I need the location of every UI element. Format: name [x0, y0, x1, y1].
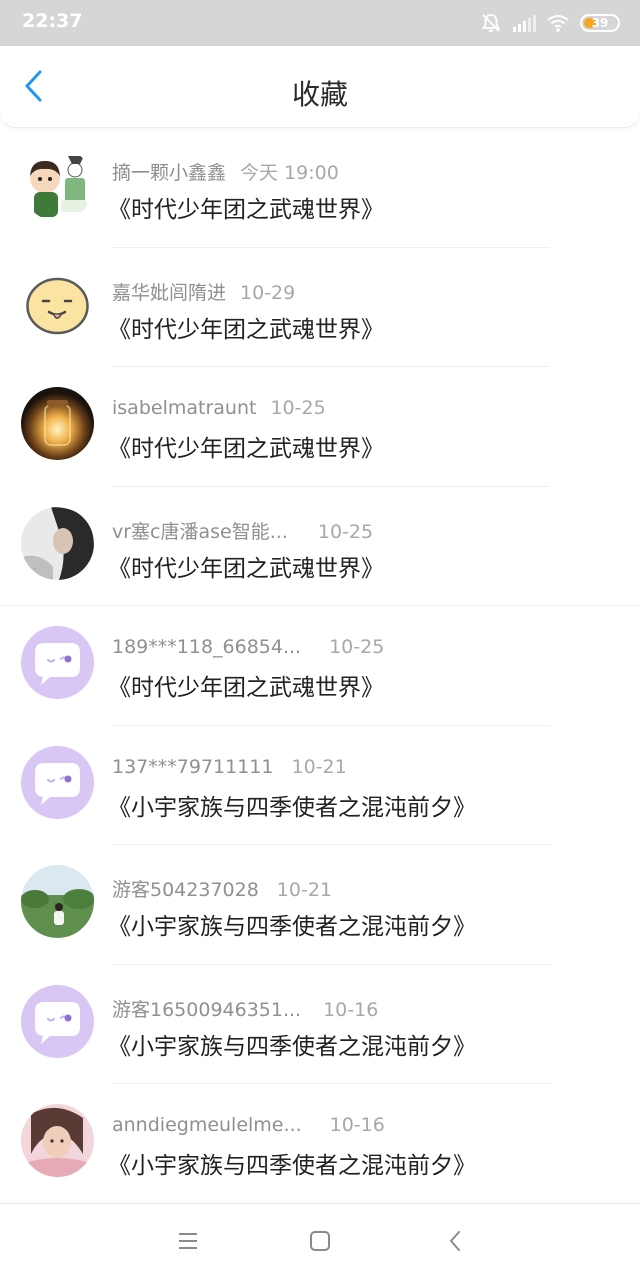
system-back-button[interactable] — [440, 1228, 470, 1258]
user-name: 189***118_66854... — [112, 636, 302, 658]
item-title: 《小宇家族与四季使者之混沌前夕》 — [108, 914, 476, 940]
item-meta: anndiegmeulelme... 10-16 — [112, 1114, 385, 1138]
user-name: anndiegmeulelme... — [112, 1114, 302, 1136]
item-date: 10-21 — [276, 879, 333, 901]
item-meta: 137***79711111 10-21 — [112, 756, 347, 780]
cartoon-boy-avatar — [21, 148, 94, 221]
user-name: isabelmatraunt — [112, 397, 257, 419]
item-title: 《时代少年团之武魂世界》 — [108, 316, 384, 343]
list-item[interactable]: 游客504237028 10-21 《小宇家族与四季使者之混沌前夕》 — [0, 845, 640, 965]
item-title: 《时代少年团之武魂世界》 — [108, 555, 384, 582]
item-date: 10-25 — [329, 636, 385, 658]
battery-icon: 39 — [580, 14, 620, 32]
item-meta: 189***118_66854... 10-25 — [112, 636, 384, 660]
menu-icon — [177, 1231, 199, 1255]
list-item[interactable]: 189***118_66854... 10-25 《时代少年团之武魂世界》 — [0, 606, 640, 726]
item-title: 《小宇家族与四季使者之混沌前夕》 — [108, 1033, 476, 1060]
user-name: 游客16500946351... — [112, 998, 302, 1021]
item-date: 今天 19:00 — [240, 162, 339, 184]
girl-photo-avatar: · · · — [21, 506, 94, 580]
user-name: vr塞c唐潘ase智能... — [112, 520, 288, 543]
default-chat-avatar — [21, 984, 94, 1058]
back-chevron-icon — [447, 1229, 463, 1257]
item-date: 10-16 — [323, 998, 379, 1021]
list-item[interactable]: 嘉华妣闾隋进 10-29 《时代少年团之武魂世界》 — [0, 248, 640, 367]
status-icons: 39 — [480, 11, 620, 35]
page-title: 收藏 — [291, 78, 348, 111]
mute-bell-icon — [480, 12, 502, 34]
item-meta: 摘一颗小鑫鑫 今天 19:00 — [112, 158, 339, 184]
jar-light-avatar — [21, 387, 94, 460]
girl-pink-avatar — [21, 1104, 94, 1177]
default-chat-avatar — [21, 626, 94, 699]
home-square-icon — [309, 1230, 331, 1256]
header-bar: 收藏 — [0, 46, 640, 128]
smiley-face-avatar — [21, 267, 94, 341]
menu-button[interactable] — [173, 1228, 203, 1258]
battery-level-text: 39 — [591, 16, 609, 30]
status-time: 22:37 — [22, 10, 83, 32]
list-item[interactable]: isabelmatraunt 10-25 《时代少年团之武魂世界》 — [0, 367, 640, 487]
list-item[interactable]: 137***79711111 10-21 《小宇家族与四季使者之混沌前夕》 — [0, 726, 640, 845]
item-title: 《小宇家族与四季使者之混沌前夕》 — [108, 1153, 476, 1179]
list-item[interactable]: anndiegmeulelme... 10-16 《小宇家族与四季使者之混沌前夕》 — [0, 1084, 640, 1204]
list-item[interactable]: 游客16500946351... 10-16 《小宇家族与四季使者之混沌前夕》 — [0, 965, 640, 1084]
home-button[interactable] — [305, 1228, 335, 1258]
user-name: 137***79711111 — [112, 755, 274, 778]
system-nav-bar — [0, 1203, 640, 1280]
item-title: 《时代少年团之武魂世界》 — [108, 436, 384, 462]
item-title: 《时代少年团之武魂世界》 — [108, 197, 384, 223]
wifi-icon — [546, 13, 570, 33]
item-title: 《小宇家族与四季使者之混沌前夕》 — [108, 794, 476, 821]
item-meta: 嘉华妣闾隋进 10-29 — [112, 278, 296, 304]
list-item[interactable]: 摘一颗小鑫鑫 今天 19:00 《时代少年团之武魂世界》 — [0, 128, 640, 248]
item-title: 《时代少年团之武魂世界》 — [108, 675, 384, 701]
list-item[interactable]: · · · vr塞c唐潘ase智能... 10-25 《时代少年团之武魂世界》 — [0, 487, 640, 606]
user-name: 嘉华妣闾隋进 — [112, 281, 227, 304]
item-date: 10-21 — [291, 755, 347, 778]
item-meta: 游客504237028 10-21 — [112, 875, 333, 901]
item-meta: 游客16500946351... 10-16 — [112, 995, 379, 1021]
item-date: 10-16 — [329, 1114, 385, 1136]
item-meta: vr塞c唐潘ase智能... 10-25 — [112, 517, 374, 543]
user-name: 摘一颗小鑫鑫 — [112, 162, 227, 184]
outdoor-photo-avatar — [21, 865, 94, 938]
svg-text:· · ·: · · · — [25, 565, 36, 573]
item-date: 10-25 — [317, 520, 374, 543]
user-name: 游客504237028 — [112, 879, 259, 901]
status-bar: 22:37 39 — [0, 0, 640, 46]
item-date: 10-29 — [240, 281, 296, 304]
favorites-list: 摘一颗小鑫鑫 今天 19:00 《时代少年团之武魂世界》 嘉华妣闾隋进 10-29 … — [0, 128, 640, 1204]
signal-icon — [512, 13, 536, 33]
item-date: 10-25 — [270, 397, 326, 419]
item-meta: isabelmatraunt 10-25 — [112, 397, 326, 421]
default-chat-avatar — [21, 745, 94, 819]
